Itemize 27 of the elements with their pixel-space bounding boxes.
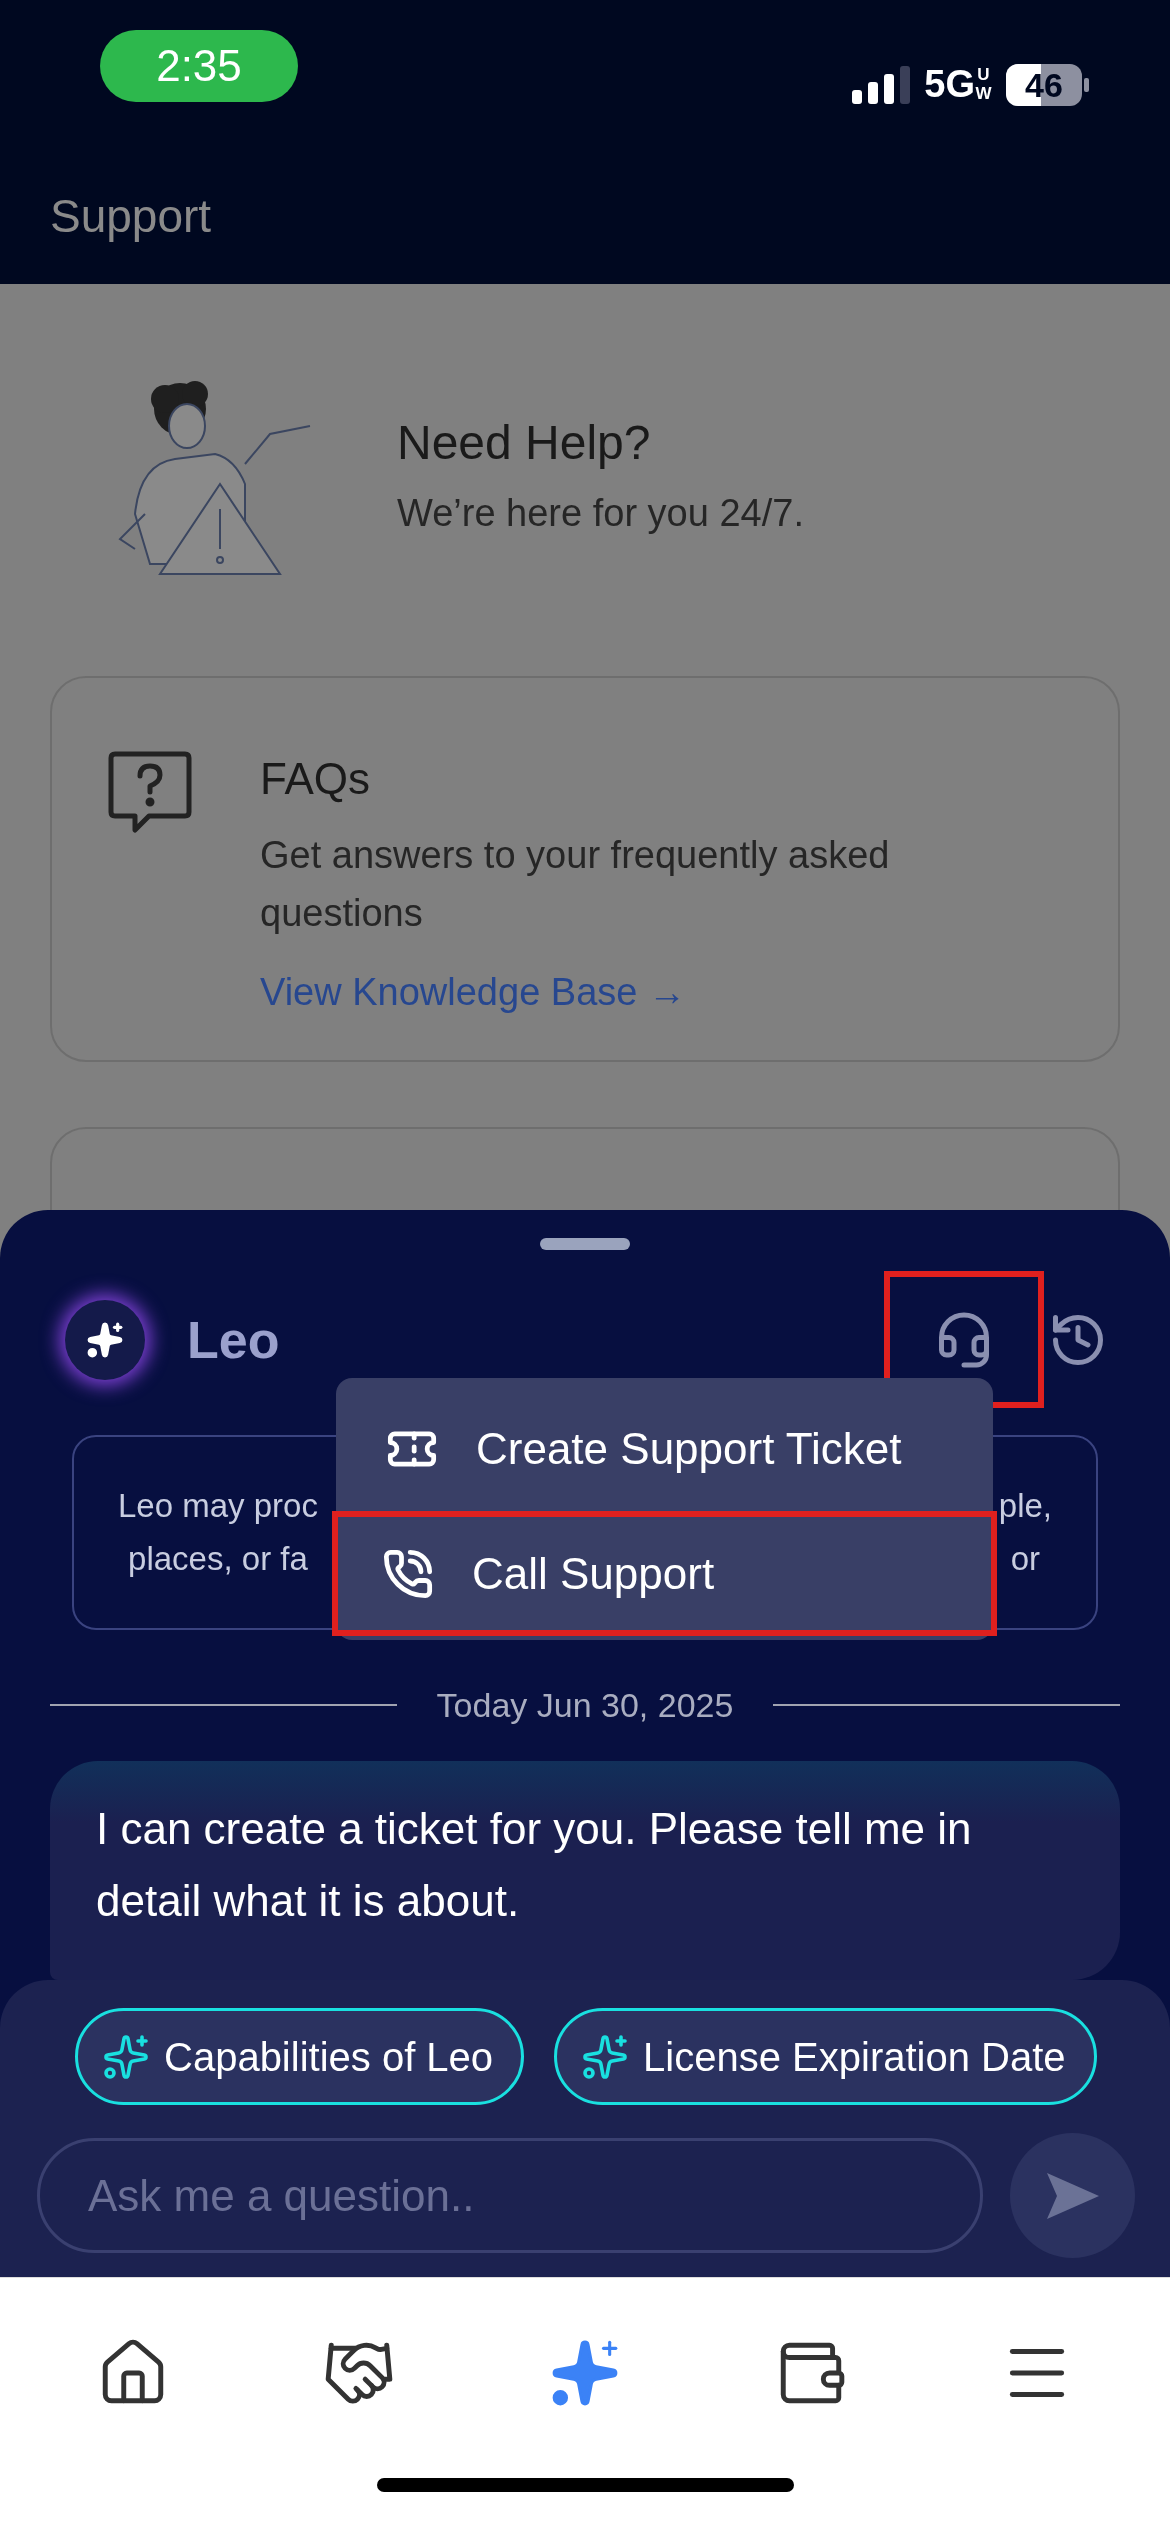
sparkles-icon xyxy=(102,2032,150,2081)
network-sub-label: UW xyxy=(975,65,992,104)
phone-icon xyxy=(382,1547,434,1600)
help-title: Need Help? xyxy=(397,414,652,471)
assistant-name: Leo xyxy=(187,1309,280,1371)
disclaimer-text: ple, xyxy=(998,1485,1052,1526)
card-description: Get answers to your frequently asked questions xyxy=(260,833,891,936)
question-input[interactable]: Ask me a question.. xyxy=(37,2138,983,2254)
signal-icon xyxy=(852,65,911,104)
sparkles-icon xyxy=(581,2032,630,2081)
menu-item[interactable]: Create Support Ticket xyxy=(336,1386,993,1511)
menu-item[interactable]: Call Support xyxy=(332,1511,997,1636)
date-divider-label: Today Jun 30, 2025 xyxy=(436,1684,734,1726)
suggestion-chip[interactable]: Capabilities of Leo xyxy=(75,2008,525,2106)
sparkles-icon xyxy=(86,1320,124,1359)
disclaimer-text: places, or fa xyxy=(128,1539,308,1580)
message-text: I can create a ticket for you. Please tell me in detail what it is about. xyxy=(96,1802,973,1927)
drag-handle[interactable] xyxy=(540,1238,630,1250)
help-subtitle: We’re here for you 24/7. xyxy=(397,490,804,536)
page-title: Support xyxy=(50,190,212,242)
disclaimer-text: or xyxy=(1010,1539,1041,1580)
status-time: 2:35 xyxy=(100,30,298,102)
network-label: 5G xyxy=(924,62,975,107)
suggestion-chip[interactable]: License Expiration Date xyxy=(554,2008,1097,2106)
send-icon xyxy=(1044,2170,1101,2221)
card-title: FAQs xyxy=(260,753,372,805)
disclaimer-text: Leo may proc xyxy=(118,1485,318,1526)
